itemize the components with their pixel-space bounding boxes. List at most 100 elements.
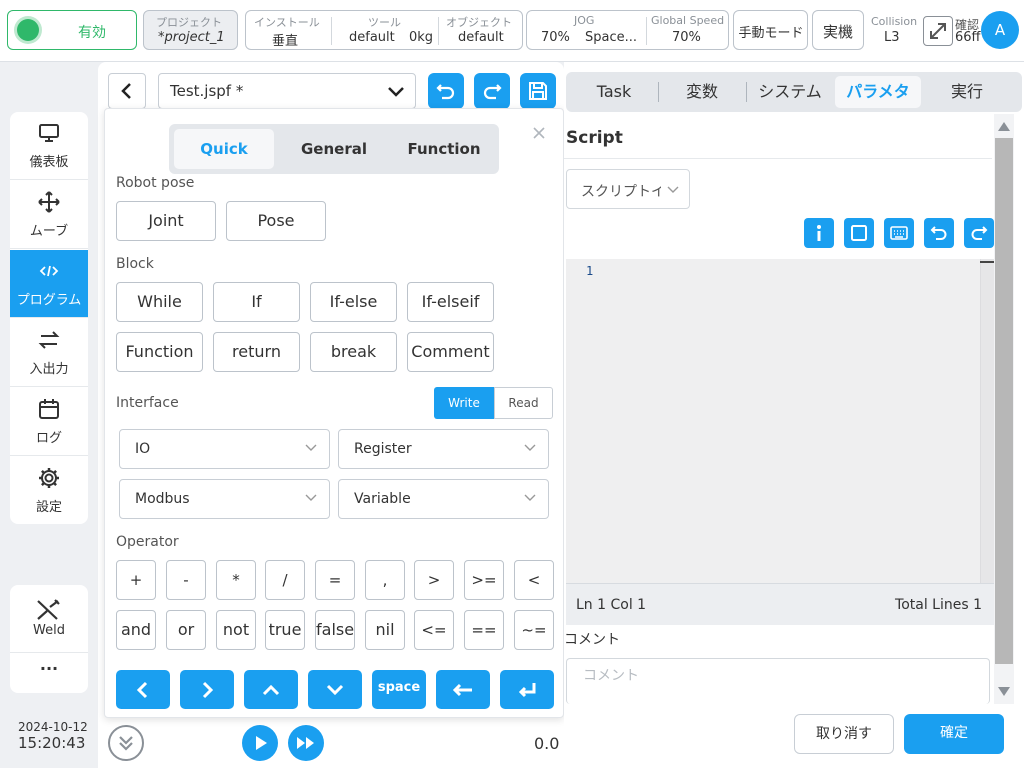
save-button[interactable] [520, 73, 556, 109]
op-less[interactable]: < [514, 560, 554, 600]
object-value: default [458, 30, 504, 45]
gear-icon [39, 468, 59, 488]
nav-settings-label: 設定 [35, 500, 62, 515]
project-selector[interactable]: プロジェクト *project_1 [143, 10, 238, 50]
nav-log[interactable]: ログ [10, 388, 88, 456]
script-redo-button[interactable] [964, 218, 994, 248]
op-greater[interactable]: > [414, 560, 454, 600]
scroll-up-icon[interactable] [997, 120, 1011, 132]
divider [646, 17, 647, 45]
ok-button[interactable]: 確定 [904, 714, 1004, 754]
op-false[interactable]: false [315, 610, 355, 650]
scrollbar-thumb[interactable] [995, 138, 1013, 664]
editor-scrollbar[interactable] [980, 259, 994, 583]
break-button[interactable]: break [310, 332, 397, 372]
op-true[interactable]: true [265, 610, 305, 650]
tab-variables[interactable]: 変数 [658, 76, 746, 108]
code-editor[interactable]: 1 [566, 259, 994, 583]
fast-forward-button[interactable] [288, 725, 324, 761]
redo-button[interactable] [474, 73, 510, 109]
nav-program[interactable]: プログラム [10, 250, 88, 318]
op-not-equal[interactable]: ~= [514, 610, 554, 650]
read-toggle[interactable]: Read [494, 387, 553, 419]
comment-button[interactable]: Comment [407, 332, 494, 372]
jog-speed-group[interactable]: JOG 70% Space... Global Speed 70% [526, 10, 729, 50]
space-key[interactable]: space [372, 670, 426, 709]
op-minus[interactable]: - [166, 560, 206, 600]
op-or[interactable]: or [166, 610, 206, 650]
cursor-left-key[interactable] [116, 670, 170, 709]
op-plus[interactable]: + [116, 560, 156, 600]
variable-select[interactable]: Variable [338, 479, 549, 519]
function-button[interactable]: Function [116, 332, 203, 372]
nav-move[interactable]: ムーブ [10, 181, 88, 249]
comment-input[interactable]: コメント [566, 658, 990, 704]
divider [331, 17, 332, 45]
op-nil[interactable]: nil [365, 610, 405, 650]
info-button[interactable] [804, 218, 834, 248]
tab-system[interactable]: システム [746, 76, 834, 108]
if-button[interactable]: If [213, 282, 300, 322]
undo-button[interactable] [428, 73, 464, 109]
script-type-select[interactable]: スクリプトイ [566, 169, 690, 209]
op-divide[interactable]: / [265, 560, 305, 600]
tab-execute[interactable]: 実行 [926, 76, 1008, 108]
right-tabs: Task 変数 システム パラメタ 実行 [566, 72, 1022, 112]
cursor-up-key[interactable] [244, 670, 298, 709]
play-button[interactable] [242, 725, 278, 761]
install-label: インストール [254, 16, 320, 29]
tab-parameters[interactable]: パラメタ [835, 76, 921, 108]
if-elseif-button[interactable]: If-elseif [407, 282, 494, 322]
while-button[interactable]: While [116, 282, 203, 322]
return-button[interactable]: return [213, 332, 300, 372]
op-and[interactable]: and [116, 610, 156, 650]
nav-weld[interactable]: Weld [10, 585, 88, 653]
tab-quick[interactable]: Quick [174, 129, 274, 169]
joint-button[interactable]: Joint [116, 201, 216, 241]
io-select-value: IO [135, 441, 151, 457]
script-undo-button[interactable] [924, 218, 954, 248]
enable-toggle[interactable]: 有効 [7, 10, 137, 50]
fullscreen-button[interactable] [844, 218, 874, 248]
keyboard-button[interactable] [884, 218, 914, 248]
close-icon[interactable] [531, 125, 547, 141]
cursor-right-key[interactable] [180, 670, 234, 709]
tab-task[interactable]: Task [566, 76, 662, 108]
op-less-equal[interactable]: <= [414, 610, 454, 650]
write-toggle[interactable]: Write [434, 387, 494, 419]
space-key-label: space [377, 680, 421, 695]
register-select[interactable]: Register [338, 429, 549, 469]
tab-function[interactable]: Function [394, 129, 494, 169]
op-not[interactable]: not [216, 610, 256, 650]
expand-icon[interactable] [923, 16, 953, 46]
install-tool-object-group[interactable]: インストール 垂直 ツール default 0kg オブジェクト default [245, 10, 523, 50]
quick-insert-popup: Quick General Function Robot pose Joint … [104, 108, 564, 718]
nav-dashboard[interactable]: 儀表板 [10, 112, 88, 180]
modbus-select[interactable]: Modbus [119, 479, 330, 519]
op-assign[interactable]: = [315, 560, 355, 600]
scroll-down-icon[interactable] [997, 686, 1011, 698]
op-greater-equal[interactable]: >= [464, 560, 504, 600]
step-down-button[interactable] [108, 725, 144, 761]
if-else-button[interactable]: If-else [310, 282, 397, 322]
op-multiply[interactable]: * [216, 560, 256, 600]
cancel-button[interactable]: 取り消す [794, 714, 894, 754]
more-button[interactable]: ··· [10, 659, 88, 678]
nav-io[interactable]: 入出力 [10, 319, 88, 387]
enter-key[interactable] [500, 670, 554, 709]
cursor-down-key[interactable] [308, 670, 362, 709]
back-button[interactable] [108, 73, 146, 109]
panel-scrollbar[interactable] [994, 114, 1014, 704]
tab-general[interactable]: General [284, 129, 384, 169]
op-comma[interactable]: , [365, 560, 405, 600]
nav-settings[interactable]: 設定 [10, 457, 88, 524]
avatar[interactable]: A [981, 11, 1019, 49]
pose-button[interactable]: Pose [226, 201, 326, 241]
file-select[interactable]: Test.jspf * [158, 73, 416, 109]
io-select[interactable]: IO [119, 429, 330, 469]
tool-value: default [349, 30, 395, 45]
manual-mode-button[interactable]: 手動モード [733, 10, 808, 50]
real-robot-button[interactable]: 実機 [812, 10, 864, 50]
op-equal[interactable]: == [464, 610, 504, 650]
backspace-key[interactable] [436, 670, 490, 709]
